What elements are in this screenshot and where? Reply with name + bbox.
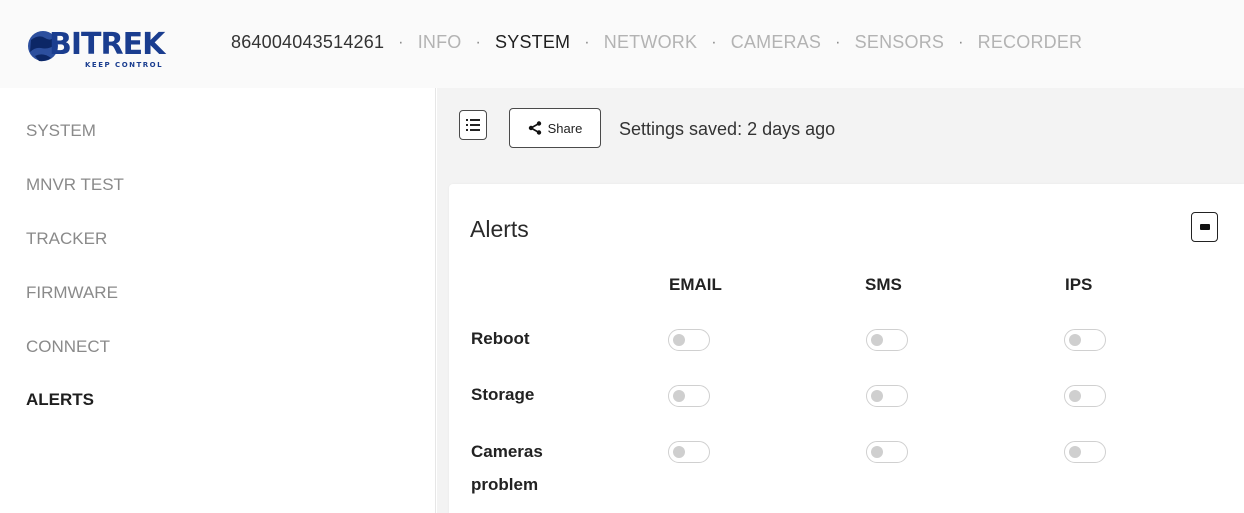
nav-item-cameras[interactable]: CAMERAS xyxy=(731,32,821,53)
sidebar: SYSTEM MNVR TEST TRACKER FIRMWARE CONNEC… xyxy=(0,88,436,513)
settings-saved-status: Settings saved: 2 days ago xyxy=(619,119,836,139)
row-label-reboot: Reboot xyxy=(471,329,530,348)
toggle-knob xyxy=(673,390,685,402)
nav-separator: · xyxy=(711,33,717,51)
sidebar-item-system[interactable]: SYSTEM xyxy=(26,121,96,141)
nav-separator: · xyxy=(958,33,964,51)
row-label-cameras-problem-line2: problem xyxy=(471,475,539,494)
share-icon xyxy=(528,121,541,135)
toggle-knob xyxy=(1069,390,1081,402)
toggle-knob xyxy=(673,446,685,458)
nav-item-recorder[interactable]: RECORDER xyxy=(978,32,1083,53)
toggle-knob xyxy=(673,334,685,346)
column-header-sms: SMS xyxy=(865,275,902,294)
sidebar-item-mnvr-test[interactable]: MNVR TEST xyxy=(26,175,124,195)
card-title: Alerts xyxy=(470,216,529,242)
toggle-cameras-problem-email[interactable] xyxy=(668,441,710,463)
toolbar: Share Settings saved: 2 days ago xyxy=(437,88,1244,170)
toggle-knob xyxy=(1069,446,1081,458)
device-id: 864004043514261 xyxy=(231,32,385,52)
list-view-button[interactable] xyxy=(459,110,487,140)
nav-item-info[interactable]: INFO xyxy=(418,32,462,53)
row-label-cameras-problem-line1: Cameras xyxy=(471,442,543,461)
toggle-knob xyxy=(1069,334,1081,346)
toggle-cameras-problem-sms[interactable] xyxy=(866,441,908,463)
toggle-storage-ips[interactable] xyxy=(1064,385,1106,407)
column-header-ips: IPS xyxy=(1065,275,1093,294)
toggle-storage-sms[interactable] xyxy=(866,385,908,407)
toggle-cameras-problem-ips[interactable] xyxy=(1064,441,1106,463)
minus-icon xyxy=(1199,224,1210,230)
bitrek-logo[interactable]: BITREK KEEP CONTROL xyxy=(25,22,185,72)
toggle-storage-email[interactable] xyxy=(668,385,710,407)
list-icon xyxy=(466,119,480,131)
share-button[interactable]: Share xyxy=(509,108,601,148)
svg-text:KEEP CONTROL: KEEP CONTROL xyxy=(85,61,163,69)
nav-item-network[interactable]: NETWORK xyxy=(604,32,697,53)
nav-item-sensors[interactable]: SENSORS xyxy=(855,32,944,53)
toggle-reboot-ips[interactable] xyxy=(1064,329,1106,351)
top-nav: 864004043514261 · INFO · SYSTEM · NETWOR… xyxy=(231,32,1082,53)
alerts-card xyxy=(449,184,1244,513)
row-label-storage: Storage xyxy=(471,385,535,404)
top-header: BITREK KEEP CONTROL 864004043514261 · IN… xyxy=(0,0,1244,88)
toggle-knob xyxy=(871,334,883,346)
sidebar-item-firmware[interactable]: FIRMWARE xyxy=(26,283,118,303)
sidebar-item-tracker[interactable]: TRACKER xyxy=(26,229,107,249)
column-header-email: EMAIL xyxy=(669,275,722,294)
toggle-knob xyxy=(871,446,883,458)
nav-separator: · xyxy=(835,33,841,51)
sidebar-item-connect[interactable]: CONNECT xyxy=(26,337,110,357)
toggle-reboot-email[interactable] xyxy=(668,329,710,351)
share-button-label: Share xyxy=(547,120,583,136)
main-content: Share Settings saved: 2 days ago xyxy=(437,88,1244,513)
nav-separator: · xyxy=(475,33,482,51)
nav-separator: · xyxy=(398,33,404,51)
sidebar-item-alerts[interactable]: ALERTS xyxy=(26,390,94,410)
toggle-reboot-sms[interactable] xyxy=(866,329,908,351)
svg-text:BITREK: BITREK xyxy=(49,27,167,62)
nav-separator: · xyxy=(584,33,590,51)
collapse-card-button[interactable] xyxy=(1191,212,1218,242)
toggle-knob xyxy=(871,390,883,402)
nav-item-system[interactable]: SYSTEM xyxy=(495,32,570,53)
